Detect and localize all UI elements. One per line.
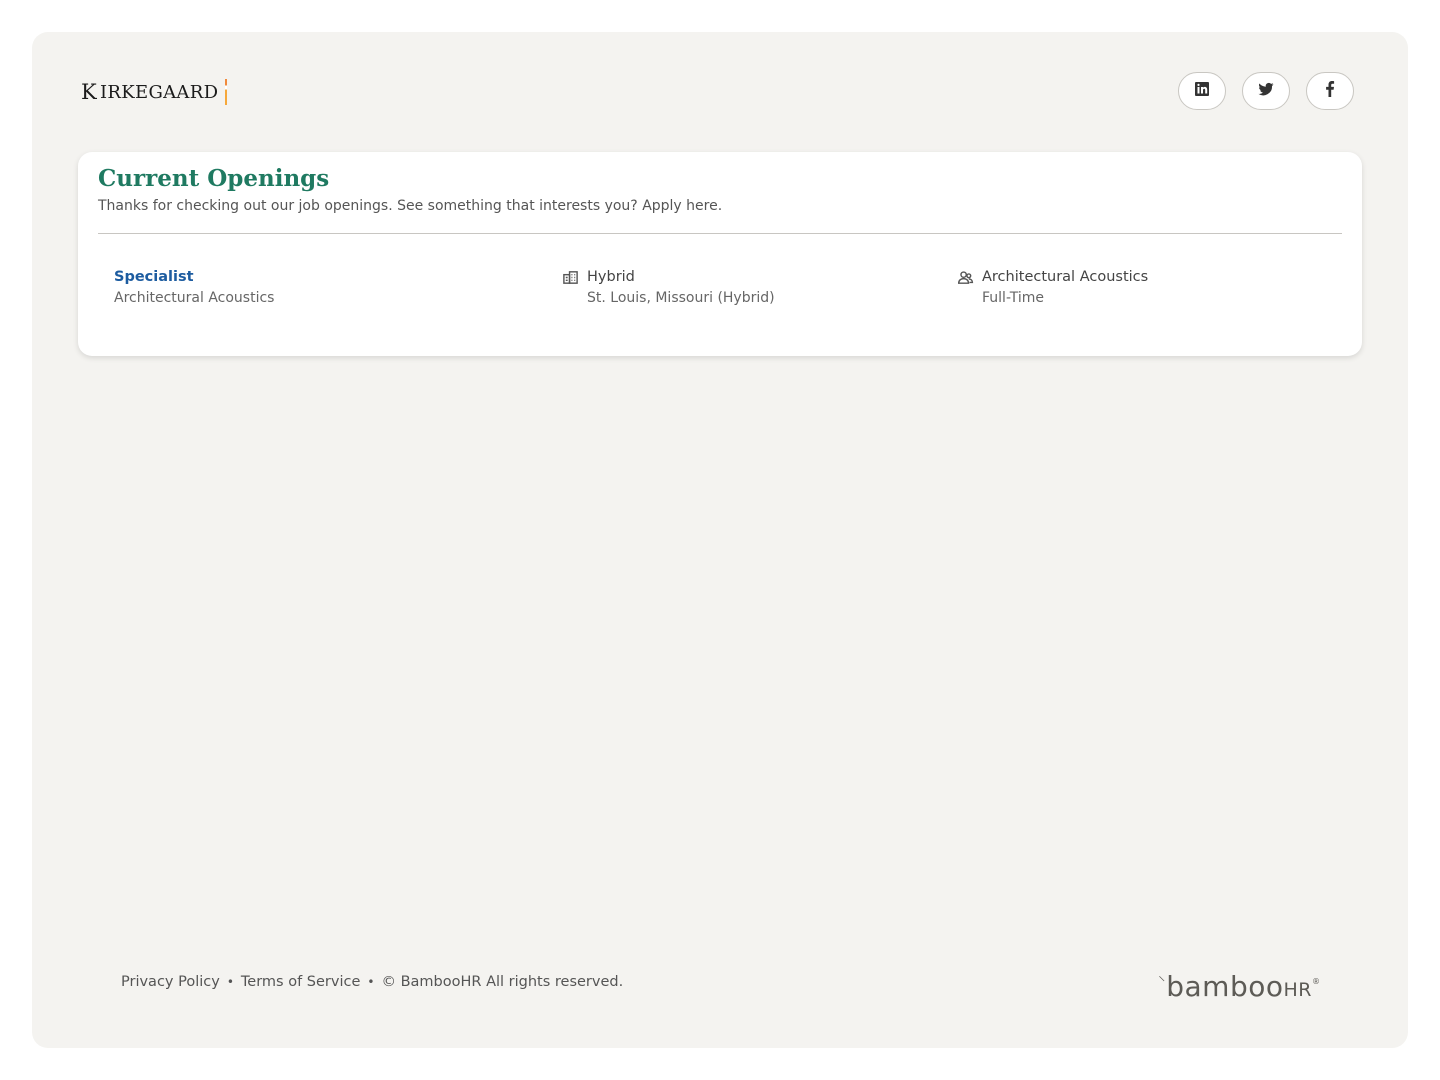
divider: [98, 233, 1342, 234]
logo-text: IRKEGAARD: [100, 81, 219, 103]
page-title: Current Openings: [98, 165, 330, 192]
bamboo-leaf-icon: ⸌: [1158, 974, 1166, 990]
facebook-button[interactable]: [1306, 72, 1354, 110]
job-team: Architectural Acoustics: [982, 269, 1149, 285]
header: K IRKEGAARD: [32, 32, 1408, 152]
job-department: Architectural Acoustics: [114, 290, 275, 306]
facebook-icon: [1322, 81, 1338, 101]
building-icon: [562, 269, 579, 286]
openings-card: Current Openings Thanks for checking out…: [78, 152, 1362, 356]
terms-of-service-link[interactable]: Terms of Service: [241, 974, 360, 990]
linkedin-icon: [1194, 81, 1210, 101]
bamboohr-logo[interactable]: ⸌ bamboo HR ®: [1158, 970, 1320, 1003]
job-title-link[interactable]: Specialist: [114, 269, 194, 285]
linkedin-button[interactable]: [1178, 72, 1226, 110]
copyright-text: © BambooHR All rights reserved.: [381, 974, 624, 990]
footer-links: Privacy Policy • Terms of Service • © Ba…: [121, 974, 623, 990]
logo-initial: K: [81, 80, 97, 104]
job-location-column: Hybrid St. Louis, Missouri (Hybrid): [562, 268, 775, 306]
logo-accent-bar: [225, 79, 228, 105]
page-frame: K IRKEGAARD Current Openings Thanks for …: [32, 32, 1408, 1048]
job-team-column: Architectural Acoustics Full-Time: [957, 268, 1148, 306]
bamboohr-logo-hr: HR: [1283, 979, 1312, 1001]
company-logo[interactable]: K IRKEGAARD: [81, 79, 228, 105]
job-title-column: Specialist Architectural Acoustics: [114, 268, 274, 306]
footer-separator: •: [367, 975, 375, 989]
job-location-type: Hybrid: [587, 269, 635, 285]
job-employment-type: Full-Time: [982, 290, 1044, 306]
social-links: [1178, 72, 1354, 110]
footer-separator: •: [226, 975, 234, 989]
privacy-policy-link[interactable]: Privacy Policy: [121, 974, 220, 990]
twitter-icon: [1258, 81, 1274, 101]
twitter-button[interactable]: [1242, 72, 1290, 110]
page-subtitle: Thanks for checking out our job openings…: [98, 198, 723, 214]
bamboohr-logo-tm: ®: [1312, 977, 1320, 986]
job-location: St. Louis, Missouri (Hybrid): [587, 290, 775, 306]
bamboohr-logo-word: bamboo: [1166, 970, 1284, 1003]
people-icon: [957, 269, 974, 286]
